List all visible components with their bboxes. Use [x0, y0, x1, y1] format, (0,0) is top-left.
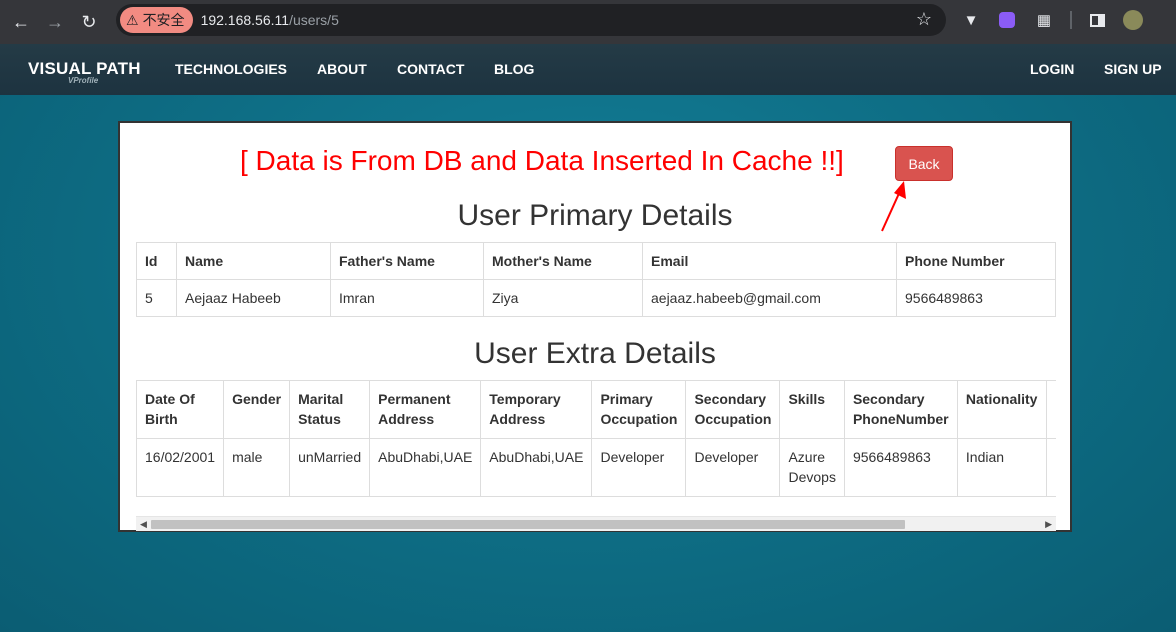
toolbar-divider — [1070, 11, 1072, 29]
back-button[interactable]: Back — [895, 146, 953, 181]
table-header-row: Date Of Birth Gender Marital Status Perm… — [136, 380, 1056, 439]
table-cell: Imran — [330, 279, 484, 317]
table-cell: AbuDhabi,UAE — [369, 438, 482, 497]
table-cell: 16/02/2001 — [136, 438, 225, 497]
scroll-right-icon[interactable]: ▶ — [1045, 519, 1052, 530]
table-cell: aejaaz.habeeb@gmail.com — [642, 279, 897, 317]
extra-details-title: User Extra Details — [474, 337, 716, 370]
brand-subtitle: VProfile — [68, 76, 99, 85]
security-warning-chip[interactable]: ⚠ 不安全 — [120, 7, 193, 33]
cache-status-headline: [ Data is From DB and Data Inserted In C… — [240, 145, 844, 176]
column-header: Id — [136, 242, 177, 280]
reload-icon[interactable]: ↻ — [74, 7, 104, 37]
scroll-left-icon[interactable]: ◀ — [140, 519, 147, 530]
column-header: Email — [642, 242, 897, 280]
column-header: Date Of Birth — [136, 380, 225, 439]
table-cell: Developer — [685, 438, 781, 497]
nav-contact[interactable]: CONTACT — [397, 61, 464, 77]
extra-table-scroll-area[interactable]: Date Of Birth Gender Marital Status Perm… — [136, 380, 1056, 497]
column-header-cut — [1045, 380, 1056, 439]
column-header: Name — [176, 242, 331, 280]
column-header: Father's Name — [330, 242, 484, 280]
column-header: Nationality — [956, 380, 1047, 439]
url-host: 192.168.56.11 — [200, 12, 290, 28]
table-row: 5 Aejaaz Habeeb Imran Ziya aejaaz.habeeb… — [136, 279, 1056, 317]
nav-technologies[interactable]: TECHNOLOGIES — [175, 61, 287, 77]
forward-arrow-icon[interactable]: → — [40, 7, 70, 37]
column-header: Secondary Occupation — [685, 380, 781, 439]
primary-details-title: User Primary Details — [457, 199, 733, 232]
table-row: 16/02/2001 male unMarried AbuDhabi,UAE A… — [136, 438, 1056, 497]
content-panel: [ Data is From DB and Data Inserted In C… — [118, 121, 1072, 532]
column-header: Gender — [223, 380, 291, 439]
profile-avatar-icon[interactable] — [1122, 9, 1144, 31]
address-bar[interactable]: ⚠ 不安全 192.168.56.11/users/5 ☆ — [116, 4, 946, 36]
purple-extension-icon[interactable] — [996, 9, 1018, 31]
column-header: Primary Occupation — [591, 380, 687, 439]
site-navbar: VISUAL PATH VProfile TECHNOLOGIES ABOUT … — [0, 44, 1176, 95]
side-panel-icon[interactable] — [1086, 9, 1108, 31]
nav-about[interactable]: ABOUT — [317, 61, 367, 77]
nav-signup[interactable]: SIGN UP — [1104, 61, 1162, 77]
table-cell: 5 — [136, 279, 177, 317]
bookmark-star-icon[interactable]: ☆ — [916, 9, 932, 30]
primary-details-table: Id Name Father's Name Mother's Name Emai… — [136, 242, 1056, 317]
table-header-row: Id Name Father's Name Mother's Name Emai… — [136, 242, 1056, 280]
table-cell: 9566489863 — [896, 279, 1056, 317]
column-header: Mother's Name — [483, 242, 643, 280]
table-cell: Azure Devops — [779, 438, 845, 497]
table-cell: 9566489863 — [843, 438, 958, 497]
nav-blog[interactable]: BLOG — [494, 61, 534, 77]
table-cell-cut — [1045, 438, 1056, 497]
column-header: Skills — [779, 380, 845, 439]
column-header: Secondary PhoneNumber — [843, 380, 958, 439]
table-cell: unMarried — [289, 438, 371, 497]
url-text[interactable]: 192.168.56.11/users/5 — [201, 12, 339, 28]
column-header: Phone Number — [896, 242, 1056, 280]
security-label: 不安全 — [142, 12, 185, 28]
extra-details-table: Date Of Birth Gender Marital Status Perm… — [136, 380, 1056, 497]
table-cell: male — [223, 438, 291, 497]
scrollbar-thumb[interactable] — [151, 520, 905, 529]
vpn-extension-icon[interactable]: ▼ — [960, 9, 982, 31]
warning-triangle-icon: ⚠ — [126, 11, 139, 28]
column-header: Temporary Address — [480, 380, 593, 439]
table-cell: AbuDhabi,UAE — [480, 438, 593, 497]
browser-toolbar: ← → ↻ ⚠ 不安全 192.168.56.11/users/5 ☆ ▼ ▦ — [0, 0, 1176, 44]
table-cell: Ziya — [483, 279, 643, 317]
table-cell: Indian — [956, 438, 1047, 497]
nav-login[interactable]: LOGIN — [1030, 61, 1074, 77]
column-header: Permanent Address — [369, 380, 482, 439]
url-path: /users/5 — [289, 12, 339, 28]
horizontal-scrollbar[interactable]: ◀ ▶ — [136, 516, 1056, 531]
table-cell: Aejaaz Habeeb — [176, 279, 331, 317]
table-cell: Developer — [591, 438, 687, 497]
extensions-puzzle-icon[interactable]: ▦ — [1033, 9, 1055, 31]
back-arrow-icon[interactable]: ← — [6, 7, 36, 37]
column-header: Marital Status — [289, 380, 371, 439]
